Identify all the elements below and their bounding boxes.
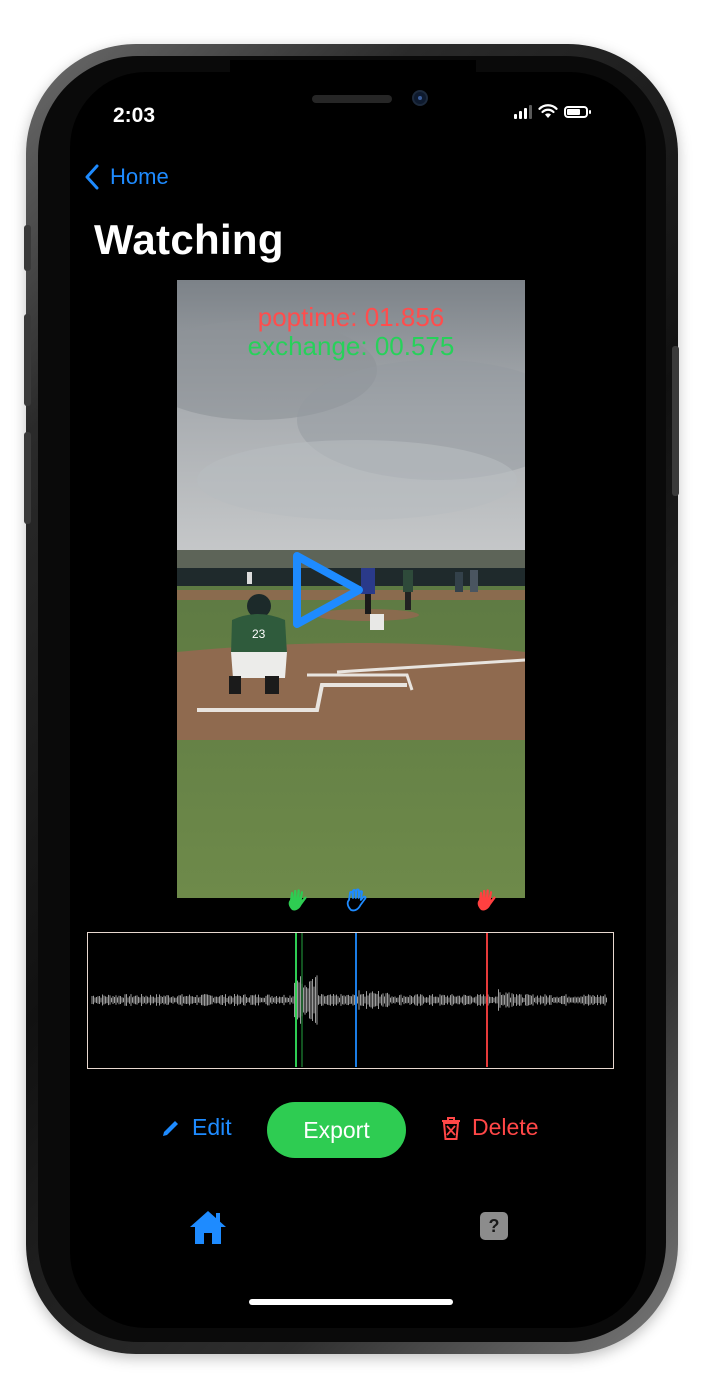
- power-button: [672, 346, 679, 496]
- status-icons: [514, 104, 591, 119]
- home-indicator[interactable]: [249, 1299, 453, 1305]
- delete-button[interactable]: Delete: [440, 1114, 538, 1141]
- hand-marker-icon[interactable]: [344, 888, 370, 914]
- earpiece-speaker: [312, 95, 392, 103]
- edit-label: Edit: [192, 1114, 232, 1140]
- battery-icon: [564, 105, 591, 118]
- back-button[interactable]: Home: [84, 164, 169, 190]
- pencil-icon: [163, 1120, 178, 1136]
- page-title: Watching: [94, 216, 284, 263]
- volume-up-button: [24, 314, 31, 406]
- waveform-bars: [91, 975, 607, 1025]
- back-chevron-icon: [85, 164, 99, 190]
- marker-row: [0, 888, 703, 928]
- video-player[interactable]: 23 poptime: 01.856 exchange: 00.575: [177, 280, 525, 898]
- hand-marker-icon[interactable]: [285, 888, 311, 914]
- volume-down-button: [24, 432, 31, 524]
- waveform-graph: [91, 933, 607, 1067]
- audio-waveform-timeline[interactable]: [87, 932, 614, 1069]
- trash-icon: [442, 1116, 460, 1140]
- action-row: Edit Export Delete: [0, 1102, 703, 1158]
- poptime-readout: poptime: 01.856: [257, 302, 445, 332]
- edit-button[interactable]: Edit: [160, 1114, 232, 1141]
- help-icon[interactable]: ?: [480, 1212, 508, 1240]
- svg-text:23: 23: [252, 627, 266, 641]
- wifi-icon: [538, 104, 558, 118]
- status-time: 2:03: [113, 104, 156, 127]
- front-camera: [412, 90, 428, 106]
- export-button[interactable]: Export: [267, 1102, 406, 1158]
- delete-label: Delete: [472, 1114, 539, 1140]
- play-icon[interactable]: [289, 550, 369, 630]
- cellular-signal-icon: [514, 104, 532, 119]
- back-button-label: Home: [110, 164, 169, 189]
- mute-switch: [24, 225, 31, 271]
- hand-marker-icon[interactable]: [474, 888, 500, 914]
- exchange-readout: exchange: 00.575: [247, 331, 455, 361]
- tab-bar: ?: [70, 1200, 646, 1260]
- home-icon[interactable]: [188, 1208, 228, 1246]
